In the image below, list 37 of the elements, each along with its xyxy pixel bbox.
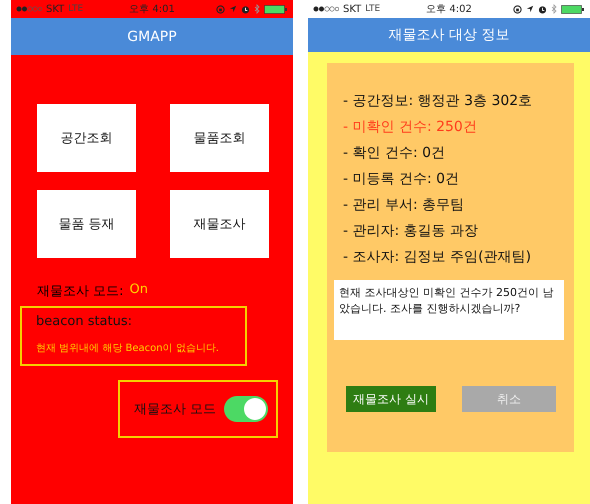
battery-icon — [264, 4, 288, 14]
menu-button[interactable]: 공간조회 — [37, 104, 136, 172]
info-line: - 공간정보: 행정관 3층 302호 — [343, 92, 534, 110]
menu-button[interactable]: 재물조사 — [170, 190, 269, 258]
info-line: - 확인 건수: 0건 — [343, 144, 446, 162]
mode-label: 재물조사 모드: — [37, 283, 124, 300]
alarm-icon — [240, 4, 250, 14]
alarm-icon — [538, 4, 547, 14]
info-line: - 관리자: 홍길동 과장 — [343, 222, 480, 240]
info-line: - 조사자: 김정보 주임(관재팀) — [343, 248, 532, 266]
info-line: - 미등록 건수: 0건 — [343, 170, 460, 188]
mode-toggle[interactable] — [224, 396, 268, 422]
bluetooth-icon — [550, 4, 557, 14]
app-title-bar: GMAPP — [11, 18, 293, 55]
network-type: LTE — [365, 4, 380, 14]
signal-icon — [16, 6, 42, 12]
network-type: LTE — [68, 4, 84, 14]
status-time: 오후 4:01 — [129, 3, 175, 16]
menu-button[interactable]: 물품조회 — [170, 104, 269, 172]
info-line: - 미확인 건수: 250건 — [343, 118, 478, 136]
toggle-label: 재물조사 모드 — [134, 401, 216, 418]
beacon-message: 현재 범위내에 해당 Beacon이 없습니다. — [36, 342, 220, 355]
screen-title-bar: 재물조사 대상 정보 — [308, 18, 590, 52]
location-icon — [228, 5, 237, 13]
signal-icon — [313, 6, 339, 12]
info-line: - 관리 부서: 총무팀 — [343, 196, 466, 214]
status-time: 오후 4:02 — [426, 3, 472, 16]
menu-button[interactable]: 물품 등재 — [37, 190, 136, 258]
beacon-label: beacon status: — [36, 314, 134, 329]
bluetooth-icon — [254, 4, 260, 14]
location-icon — [526, 5, 534, 13]
carrier-name: SKT — [343, 4, 362, 14]
carrier-name: SKT — [46, 4, 64, 14]
confirm-message: 현재 조사대상인 미확인 건수가 250건이 남았습니다. 조사를 진행하시겠습니까? — [334, 280, 564, 340]
battery-icon — [560, 4, 585, 14]
mode-value: On — [130, 282, 148, 299]
start-button[interactable]: 재물조사 실시 — [346, 386, 436, 412]
